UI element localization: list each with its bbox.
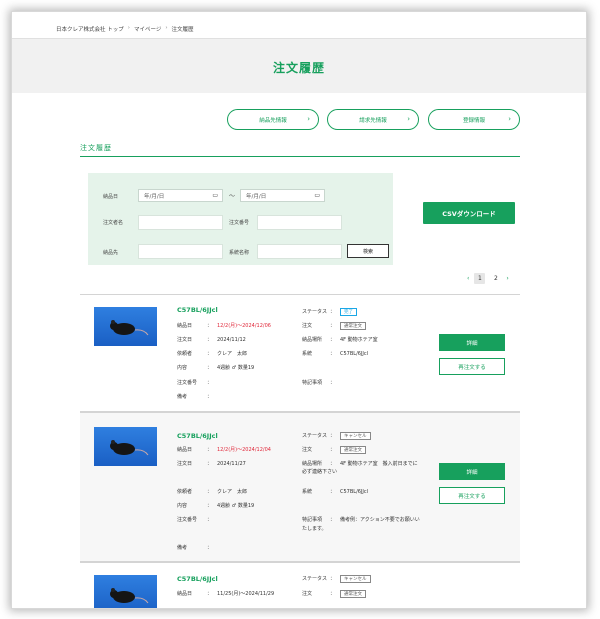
strain-name[interactable]: C57BL/6JJcl: [177, 432, 218, 440]
search-button[interactable]: 検索: [347, 244, 389, 258]
destination-input[interactable]: [138, 244, 223, 259]
page-2[interactable]: 2: [490, 273, 501, 284]
date-to-placeholder: 年/月/日: [246, 193, 267, 200]
next-page-chevron-icon[interactable]: ›: [506, 275, 508, 282]
breadcrumb: 日本クレア株式会社 トップ › マイページ › 注文履歴: [56, 25, 194, 33]
orderer-name-label: 注文者名: [103, 220, 124, 226]
strain-name[interactable]: C57BL/6JJcl: [177, 575, 218, 583]
detail-button[interactable]: 詳細: [439, 334, 505, 351]
reorder-button[interactable]: 再注文する: [439, 487, 505, 504]
remarks-row: 備考：: [177, 545, 213, 551]
delivery-date-row: 納品日： 12/2(月)〜2024/12/06: [177, 323, 271, 329]
mouse-icon: [110, 320, 149, 336]
delivery-date-row: 納品日： 11/25(月)〜2024/11/29: [177, 591, 275, 597]
orderer-row: 依頼者：クレア 太郎: [177, 489, 248, 495]
order-card: C57BL/6JJcl 納品日： 11/25(月)〜2024/11/29 ステータ…: [80, 562, 520, 608]
section-title: 注文履歴: [80, 144, 112, 152]
section-divider: [80, 156, 520, 157]
strain-name-label: 系統名称: [229, 250, 250, 256]
delivery-date-label: 納品日: [103, 194, 119, 200]
strain-name-input[interactable]: [257, 244, 342, 259]
order-type-row: 注文：通常注文: [302, 446, 366, 454]
browser-page: 日本クレア株式会社 トップ › マイページ › 注文履歴 注文履歴 納品先情報 …: [12, 12, 586, 608]
remarks-row: 備考：: [177, 394, 213, 400]
billing-info-label: 請求先情報: [359, 117, 387, 124]
special-notes-row: 特記事項：: [302, 380, 336, 386]
status-badge: 完了: [340, 308, 357, 316]
calendar-icon[interactable]: ▭: [314, 192, 320, 199]
strain-row: 系統： C57BL/6JJcl: [302, 489, 369, 495]
destination-row: 納品場所： 4F 動物ホテア室: [302, 337, 378, 343]
delivery-info-button[interactable]: 納品先情報 ›: [227, 109, 319, 130]
breadcrumb-mypage[interactable]: マイページ: [134, 25, 161, 33]
breadcrumb-separator: ›: [127, 25, 130, 31]
date-from-input[interactable]: 年/月/日 ▭: [138, 189, 223, 202]
chevron-right-icon: ›: [407, 115, 410, 123]
strain-row: 系統： C57BL/6JJcl: [302, 351, 369, 357]
content-row: 内容： 4週齢 ♂ 数量19: [177, 503, 255, 509]
status-badge: キャンセル: [340, 575, 371, 583]
orderer-name-input[interactable]: [138, 215, 223, 230]
date-range-separator: 〜: [229, 193, 236, 200]
special-notes-row: 特記事項：備考例：アクション不要でお願いいたします。: [302, 517, 420, 532]
calendar-icon[interactable]: ▭: [212, 192, 218, 199]
delivery-info-label: 納品先情報: [259, 117, 287, 124]
page-title: 注文履歴: [272, 61, 325, 75]
status-row: ステータス：キャンセル: [302, 432, 371, 440]
page-header: 注文履歴: [12, 38, 586, 93]
destination-label: 納品先: [103, 250, 119, 256]
reorder-button[interactable]: 再注文する: [439, 358, 505, 375]
product-image: [94, 575, 157, 608]
detail-button[interactable]: 詳細: [439, 463, 505, 480]
status-row: ステータス：完了: [302, 308, 357, 316]
destination-row: 納品場所： 4F 動物ホテア室 搬入前日までに必ず連絡下さい: [302, 461, 418, 475]
order-date-row: 注文日： 2024/11/12: [177, 337, 246, 343]
status-row: ステータス：キャンセル: [302, 575, 371, 583]
prev-page-chevron-icon[interactable]: ‹: [467, 275, 469, 282]
csv-download-button[interactable]: CSVダウンロード: [423, 202, 515, 224]
date-from-placeholder: 年/月/日: [144, 193, 165, 200]
pagination: ‹ 1 2 ›: [467, 273, 509, 284]
breadcrumb-current: 注文履歴: [171, 27, 194, 33]
registration-info-button[interactable]: 登録情報 ›: [428, 109, 520, 130]
order-type-badge: 通常注文: [340, 322, 366, 330]
order-type-row: 注文：通常注文: [302, 590, 366, 598]
date-to-input[interactable]: 年/月/日 ▭: [240, 189, 325, 202]
search-filter-panel: 納品日 年/月/日 ▭ 〜 年/月/日 ▭ 注文者名 注文番号 納品先 系統名称…: [88, 173, 393, 265]
order-number-label: 注文番号: [229, 220, 250, 226]
content-row: 内容： 4週齢 ♂ 数量19: [177, 365, 255, 371]
registration-info-label: 登録情報: [462, 117, 485, 124]
order-type-row: 注文：通常注文: [302, 322, 366, 330]
page-1[interactable]: 1: [474, 273, 486, 284]
orderer-row: 依頼者：クレア 太郎: [177, 351, 248, 357]
product-image: [94, 307, 157, 346]
order-card: C57BL/6JJcl 納品日： 12/2(月)〜2024/12/06 注文日： 2…: [80, 294, 520, 412]
product-image: [94, 427, 157, 466]
breadcrumb-separator: ›: [165, 25, 168, 31]
billing-info-button[interactable]: 請求先情報 ›: [327, 109, 419, 130]
mouse-icon: [110, 440, 149, 456]
status-badge: キャンセル: [340, 432, 371, 440]
order-type-badge: 通常注文: [340, 590, 366, 598]
order-type-badge: 通常注文: [340, 446, 366, 454]
order-number-input[interactable]: [257, 215, 342, 230]
order-date-row: 注文日： 2024/11/27: [177, 461, 246, 467]
order-card: C57BL/6JJcl 納品日： 12/2(月)〜2024/12/04 注文日： 2…: [80, 412, 520, 562]
chevron-right-icon: ›: [307, 115, 310, 123]
order-number-row: 注文番号：: [177, 380, 213, 386]
mouse-icon: [110, 588, 149, 604]
order-number-row: 注文番号：: [177, 517, 213, 523]
delivery-date-row: 納品日： 12/2(月)〜2024/12/04: [177, 447, 271, 453]
breadcrumb-home[interactable]: 日本クレア株式会社 トップ: [56, 25, 124, 33]
chevron-right-icon: ›: [508, 115, 511, 123]
strain-name[interactable]: C57BL/6JJcl: [177, 306, 218, 314]
